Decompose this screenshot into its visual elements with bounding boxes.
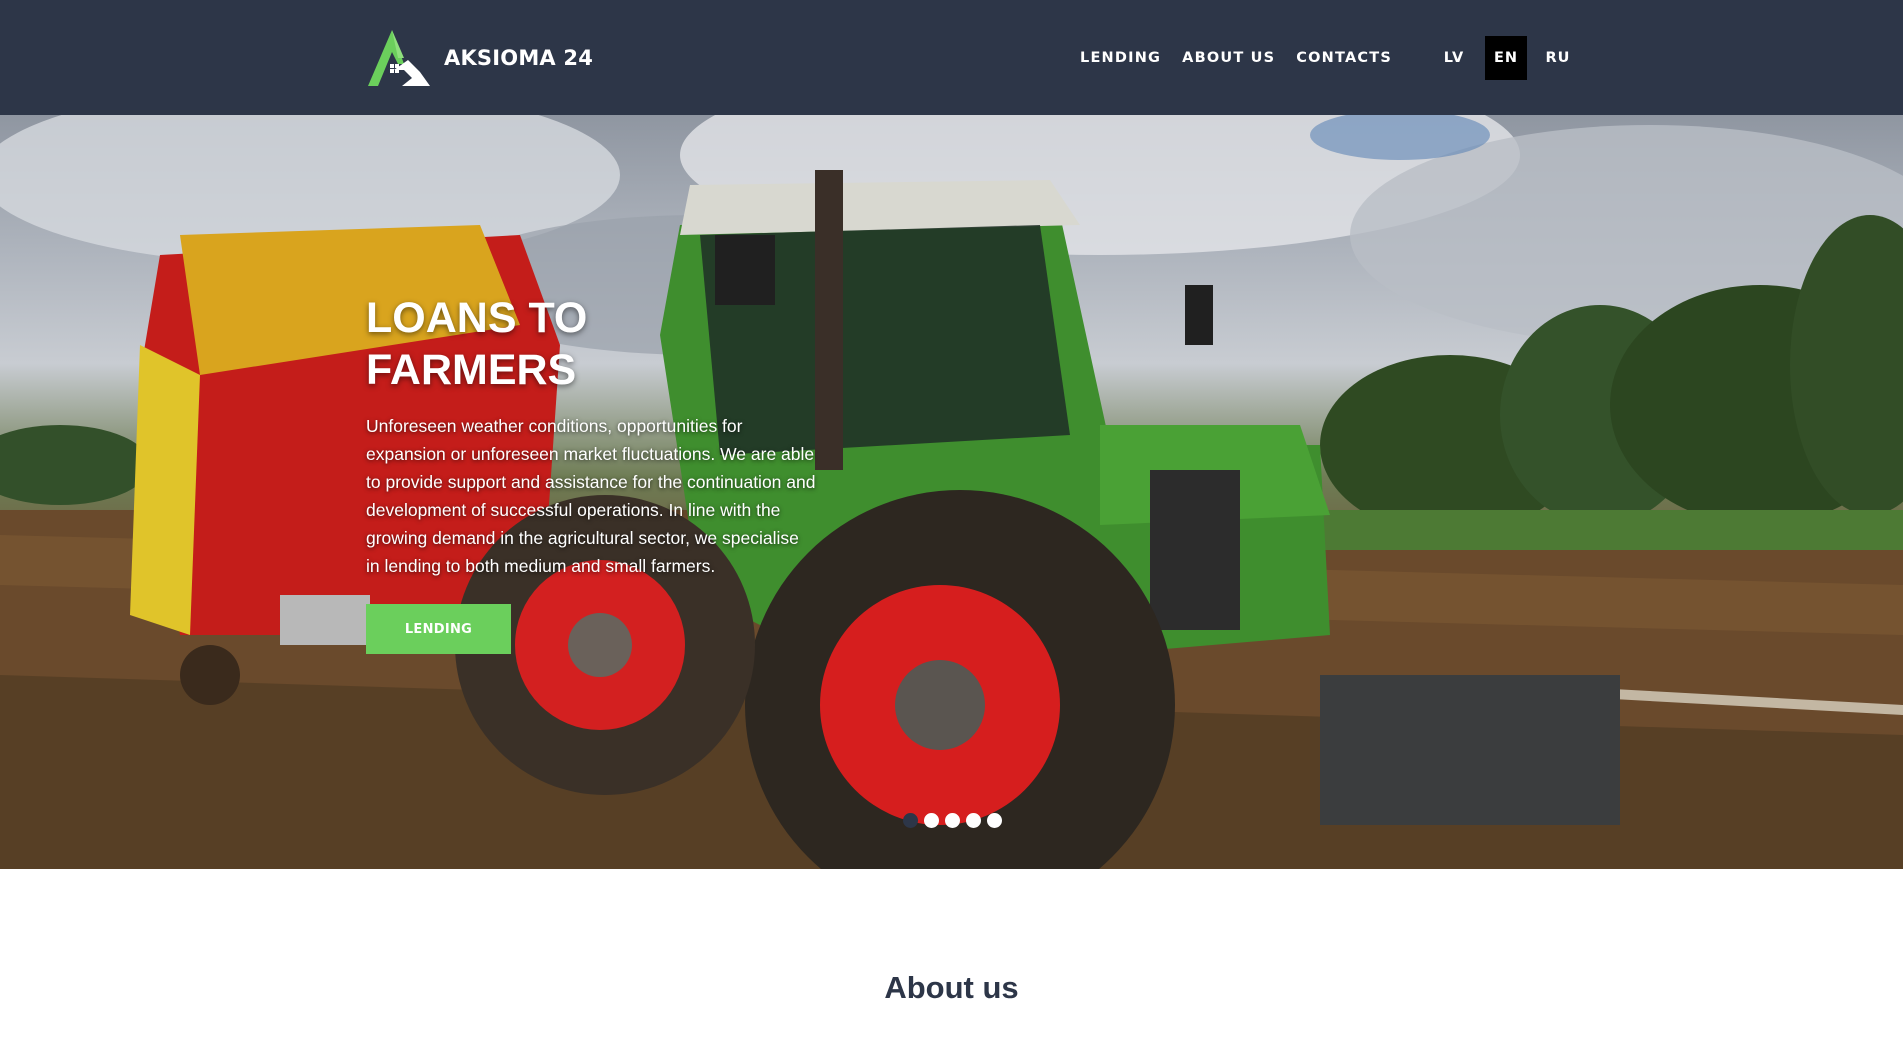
slider-dot-3[interactable] bbox=[945, 813, 960, 828]
logo-icon bbox=[368, 30, 430, 86]
slider-dots bbox=[903, 813, 1008, 828]
hero-slider: LOANS TO FARMERS Unforeseen weather cond… bbox=[0, 115, 1903, 869]
slider-dot-4[interactable] bbox=[966, 813, 981, 828]
main-nav: LENDING ABOUT US CONTACTS LV EN RU bbox=[1080, 36, 1589, 80]
about-us-heading: About us bbox=[884, 970, 1019, 1005]
language-switcher: LV EN RU bbox=[1433, 36, 1589, 80]
hero-title: LOANS TO FARMERS bbox=[366, 292, 816, 396]
lang-lv[interactable]: LV bbox=[1433, 36, 1475, 80]
nav-lending[interactable]: LENDING bbox=[1080, 50, 1161, 66]
nav-contacts[interactable]: CONTACTS bbox=[1296, 50, 1392, 66]
logo-text: AKSIOMA 24 bbox=[444, 46, 593, 70]
hero-description: Unforeseen weather conditions, opportuni… bbox=[366, 416, 816, 576]
slider-dot-2[interactable] bbox=[924, 813, 939, 828]
slider-dot-5[interactable] bbox=[987, 813, 1002, 828]
lang-en[interactable]: EN bbox=[1484, 36, 1527, 80]
logo[interactable]: AKSIOMA 24 bbox=[364, 28, 593, 88]
hero-title-line2: FARMERS bbox=[366, 346, 577, 394]
hero-content: LOANS TO FARMERS Unforeseen weather cond… bbox=[366, 292, 816, 654]
hero-title-line1: LOANS TO bbox=[366, 294, 588, 342]
slider-dot-1[interactable] bbox=[903, 813, 918, 828]
lang-ru[interactable]: RU bbox=[1537, 36, 1579, 80]
site-header: AKSIOMA 24 LENDING ABOUT US CONTACTS LV … bbox=[0, 0, 1903, 115]
lending-button[interactable]: LENDING bbox=[366, 604, 511, 654]
hero-image bbox=[0, 115, 1903, 869]
nav-about-us[interactable]: ABOUT US bbox=[1182, 50, 1275, 66]
